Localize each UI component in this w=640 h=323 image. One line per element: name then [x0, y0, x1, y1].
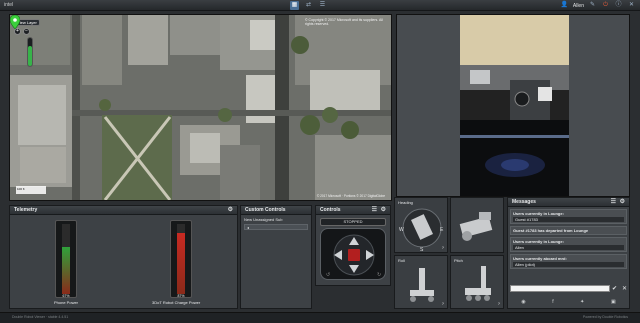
message-head: Guest #1783 has departed from Lounge	[513, 228, 589, 233]
footer: Double Robot Viewer · stable 4.4.51 Powe…	[0, 312, 640, 323]
photo-icon[interactable]: ▣	[611, 299, 616, 305]
stop-icon	[348, 249, 360, 261]
gear-icon[interactable]: ⚙	[228, 206, 233, 215]
grid-icon[interactable]: ▦	[290, 1, 299, 10]
message-item: Users currently in Lounge: Guest #1783	[510, 209, 627, 224]
gear-icon[interactable]: ⚙	[620, 198, 625, 207]
video-feed[interactable]	[396, 14, 630, 197]
gauge-percent: 67%	[62, 294, 70, 298]
facebook-icon[interactable]: f	[552, 299, 553, 305]
messages-header: Messages ☰ ⚙	[508, 198, 629, 207]
gauge-percent: 87%	[177, 294, 185, 298]
roll-panel: Roll ?	[394, 255, 448, 309]
satellite-map[interactable]: View Layer + − © Copyright © 2017 Micros…	[9, 14, 392, 201]
clear-icon[interactable]: ✕	[622, 285, 627, 292]
robot-model-panel	[450, 197, 504, 253]
camera-frame	[460, 15, 569, 196]
message-item: Guest #1783 has departed from Lounge	[510, 226, 627, 235]
controls-panel: Controls ☰ ⚙ STOPPED ↺ ↻	[315, 205, 391, 286]
pitch-panel: Pitch ?	[450, 255, 504, 309]
gauge-label: Phone Power	[54, 300, 79, 305]
version-text: Double Robot Viewer · stable 4.4.51	[12, 315, 69, 319]
message-input[interactable]	[510, 285, 610, 292]
custom-control-field[interactable]: ◂	[244, 224, 308, 230]
view-switcher: ▦ ⇄ ☰	[290, 1, 327, 10]
user-name[interactable]: Allen	[573, 3, 584, 9]
zoom-in-button[interactable]: +	[14, 28, 21, 35]
zoom-slider[interactable]	[27, 37, 33, 67]
arrows-icon[interactable]: ⇄	[304, 1, 313, 10]
camera-image	[460, 15, 569, 196]
info-icon[interactable]: ⓘ	[614, 1, 623, 10]
telemetry-title: Telemetry	[14, 207, 38, 213]
message-head: Users currently in Lounge:	[513, 211, 564, 216]
camera-icon[interactable]: ◉	[521, 299, 525, 305]
message-head: Users currently aboard mrd:	[513, 256, 567, 261]
message-body: Guest #1783	[513, 217, 624, 222]
drive-dpad[interactable]: ↺ ↻	[320, 228, 386, 280]
dpad-graphic: ↺ ↻	[326, 234, 381, 278]
map-copyright: © Copyright © 2017 Microsoft and its sup…	[305, 18, 383, 26]
robot-3d-icon	[459, 212, 493, 241]
user-area: 👤 Allen ✎ ⏻ ⓘ ✕	[560, 1, 636, 10]
menu-icon[interactable]: ☰	[372, 206, 377, 215]
help-icon[interactable]: ?	[498, 301, 500, 306]
custom-control-item[interactable]: New Unassigned Sub	[244, 217, 308, 222]
map-scale: 100 ft	[16, 186, 46, 194]
messages-title: Messages	[512, 199, 536, 205]
svg-text:W: W	[399, 227, 404, 233]
wrench-icon[interactable]: ✎	[588, 1, 597, 10]
top-bar: intel ▦ ⇄ ☰ 👤 Allen ✎ ⏻ ⓘ ✕	[0, 0, 640, 11]
controls-header: Controls ☰ ⚙	[316, 206, 390, 215]
share-bar: ◉ f ✦ ▣	[508, 299, 629, 305]
message-item: Users currently in Lounge: Allen	[510, 237, 627, 252]
messages-panel: Messages ☰ ⚙ Users currently in Lounge: …	[507, 197, 630, 309]
map-imagery	[10, 15, 391, 200]
gauge-fill	[62, 247, 70, 294]
custom-controls-panel: Custom Controls New Unassigned Sub ◂	[240, 205, 312, 309]
custom-controls-header: Custom Controls	[241, 206, 311, 215]
telemetry-header: Telemetry ⚙	[10, 206, 237, 215]
gear-icon[interactable]: ⚙	[381, 206, 386, 215]
help-icon[interactable]: ?	[442, 301, 444, 306]
svg-text:S: S	[420, 247, 424, 253]
gauge-label: 3DoT Robot Charge Power	[152, 300, 201, 305]
help-icon[interactable]: ?	[442, 245, 444, 250]
gauge-fill	[177, 233, 185, 294]
zoom-slider-fill	[28, 46, 32, 66]
power-icon[interactable]: ⏻	[601, 1, 610, 10]
map-attribution: © 2017 Microsoft · Portions © 2017 Digit…	[316, 194, 385, 198]
list-icon[interactable]: ☰	[318, 1, 327, 10]
menu-icon[interactable]: ☰	[611, 198, 616, 207]
close-icon[interactable]: ✕	[627, 1, 636, 10]
message-body: Allen (pilot)	[513, 262, 624, 267]
controls-title: Controls	[320, 207, 341, 213]
telemetry-panel: Telemetry ⚙ 67% Phone Power 87% 3DoT Rob…	[9, 205, 238, 309]
message-item: Users currently aboard mrd: Allen (pilot…	[510, 254, 627, 269]
robot-location-pin-icon[interactable]	[10, 15, 20, 29]
drive-status-button[interactable]: STOPPED	[320, 218, 386, 226]
field-marker: ◂	[247, 225, 250, 230]
phone-power-gauge: 67%	[55, 220, 77, 298]
robot-charge-gauge: 87%	[170, 220, 192, 298]
message-body: Allen	[513, 245, 624, 250]
powered-by-text: Powered by Double Robotics	[582, 315, 628, 319]
heading-panel: Heading W E S ?	[394, 197, 448, 253]
check-icon[interactable]: ✔	[612, 285, 617, 292]
twitter-icon[interactable]: ✦	[580, 299, 584, 305]
person-icon[interactable]: 👤	[560, 1, 569, 10]
app-brand: intel	[4, 2, 14, 8]
custom-controls-title: Custom Controls	[245, 207, 286, 213]
zoom-out-button[interactable]: −	[23, 28, 30, 35]
svg-text:↺: ↺	[326, 272, 330, 278]
svg-text:↻: ↻	[377, 272, 381, 278]
message-head: Users currently in Lounge:	[513, 239, 564, 244]
svg-text:E: E	[440, 227, 444, 233]
